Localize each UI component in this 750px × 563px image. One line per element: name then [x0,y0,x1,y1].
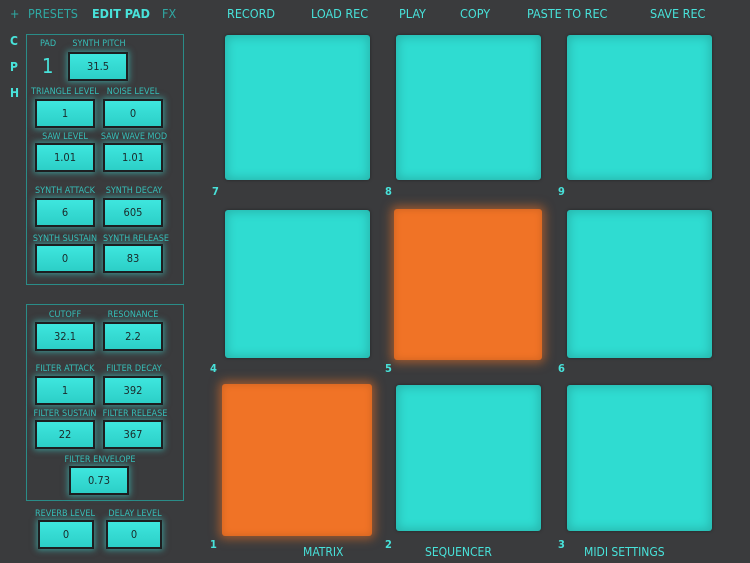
pad-7[interactable] [225,35,370,180]
tab-presets[interactable]: PRESETS [28,6,78,21]
save-rec-button[interactable]: SAVE REC [650,6,705,21]
pad-7-number: 7 [212,185,219,198]
resonance-label: RESONANCE [107,310,159,320]
reverb-level-label: REVERB LEVEL [35,509,95,519]
pad-9-number: 9 [558,185,565,198]
tab-matrix[interactable]: MATRIX [303,545,343,559]
tab-sequencer[interactable]: SEQUENCER [425,545,492,559]
synth-attack-label: SYNTH ATTACK [35,186,95,196]
pad-3[interactable] [567,385,712,531]
synth-sustain-label: SYNTH SUSTAIN [32,234,98,244]
saw-wave-mod-field[interactable]: 1.01 [103,143,163,172]
filter-decay-field[interactable]: 392 [103,376,163,405]
pad-8[interactable] [396,35,541,180]
filter-decay-label: FILTER DECAY [106,364,162,374]
pad-3-number: 3 [558,538,565,551]
filter-attack-label: FILTER ATTACK [35,364,95,374]
filter-envelope-label: FILTER ENVELOPE [64,455,136,465]
pad-2[interactable] [396,385,541,531]
play-button[interactable]: PLAY [399,6,426,21]
add-button[interactable]: + [10,6,19,21]
noise-level-label: NOISE LEVEL [106,87,160,97]
delay-level-field[interactable]: 0 [106,520,162,549]
filter-release-label: FILTER RELEASE [102,409,168,419]
reverb-level-field[interactable]: 0 [38,520,94,549]
load-rec-button[interactable]: LOAD REC [311,6,368,21]
cutoff-label: CUTOFF [48,310,82,320]
synth-sustain-field[interactable]: 0 [35,244,95,273]
paste-to-rec-button[interactable]: PASTE TO REC [527,6,607,21]
triangle-level-label: TRIANGLE LEVEL [31,87,99,97]
pad-2-number: 2 [385,538,392,551]
pad-number: 1 [42,54,54,78]
tab-midi-settings[interactable]: MIDI SETTINGS [584,545,665,559]
pad-1[interactable] [222,384,372,536]
side-tab-h[interactable]: H [10,86,19,100]
pad-4[interactable] [225,210,370,358]
pad-5[interactable] [394,209,542,360]
side-tab-p[interactable]: P [10,60,18,74]
saw-level-field[interactable]: 1.01 [35,143,95,172]
filter-release-field[interactable]: 367 [103,420,163,449]
pad-6[interactable] [567,210,712,358]
synth-decay-field[interactable]: 605 [103,198,163,227]
pad-1-number: 1 [210,538,217,551]
resonance-field[interactable]: 2.2 [103,322,163,351]
side-tab-c[interactable]: C [10,34,18,48]
tab-edit-pad[interactable]: EDIT PAD [92,6,150,21]
pad-5-number: 5 [385,362,392,375]
cutoff-field[interactable]: 32.1 [35,322,95,351]
synth-pitch-label: SYNTH PITCH [72,39,126,49]
delay-level-label: DELAY LEVEL [108,509,162,519]
record-button[interactable]: RECORD [227,6,275,21]
filter-envelope-field[interactable]: 0.73 [69,466,129,495]
noise-level-field[interactable]: 0 [103,99,163,128]
synth-pitch-field[interactable]: 31.5 [68,52,128,81]
triangle-level-field[interactable]: 1 [35,99,95,128]
tab-fx[interactable]: FX [162,6,176,21]
filter-sustain-label: FILTER SUSTAIN [33,409,97,419]
filter-attack-field[interactable]: 1 [35,376,95,405]
saw-level-label: SAW LEVEL [42,132,88,142]
synth-release-label: SYNTH RELEASE [103,234,169,244]
pad-6-number: 6 [558,362,565,375]
pad-label: PAD [40,39,57,49]
pad-8-number: 8 [385,185,392,198]
pad-9[interactable] [567,35,712,180]
pad-4-number: 4 [210,362,217,375]
copy-button[interactable]: COPY [460,6,490,21]
saw-wave-mod-label: SAW WAVE MOD [100,132,168,142]
synth-attack-field[interactable]: 6 [35,198,95,227]
synth-decay-label: SYNTH DECAY [105,186,163,196]
filter-sustain-field[interactable]: 22 [35,420,95,449]
synth-release-field[interactable]: 83 [103,244,163,273]
